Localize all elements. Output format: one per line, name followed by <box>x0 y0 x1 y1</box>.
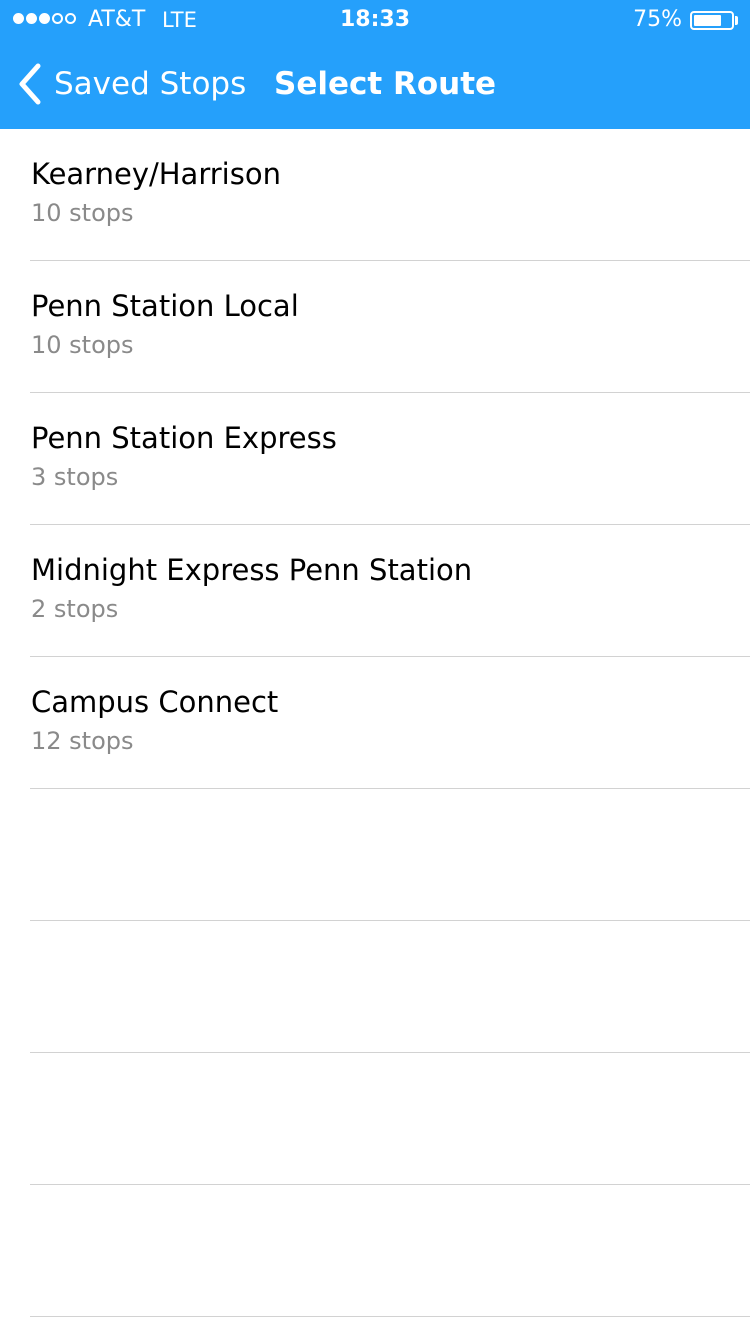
route-name: Campus Connect <box>31 685 279 719</box>
route-list: Kearney/Harrison 10 stops Penn Station Loc… <box>0 129 750 1317</box>
back-button-label: Saved Stops <box>54 66 247 102</box>
route-name: Penn Station Express <box>31 421 337 455</box>
app-screen: AT&T LTE 18:33 75% Saved Stops Select Ro… <box>0 0 750 1334</box>
route-row[interactable]: Penn Station Express 3 stops <box>0 393 750 525</box>
empty-row <box>0 1053 750 1185</box>
empty-row <box>0 921 750 1053</box>
back-button[interactable]: Saved Stops <box>14 60 246 108</box>
route-name: Penn Station Local <box>31 289 299 323</box>
empty-row <box>0 1185 750 1317</box>
route-name: Kearney/Harrison <box>31 157 281 191</box>
route-stop-count: 2 stops <box>31 595 119 623</box>
battery-percentage: 75% <box>633 7 682 32</box>
route-stop-count: 12 stops <box>31 727 134 755</box>
route-row[interactable]: Campus Connect 12 stops <box>0 657 750 789</box>
navigation-header: AT&T LTE 18:33 75% Saved Stops Select Ro… <box>0 0 750 129</box>
row-separator <box>30 1316 750 1317</box>
empty-row <box>0 789 750 921</box>
route-row[interactable]: Kearney/Harrison 10 stops <box>0 129 750 261</box>
battery-level-fill <box>694 15 721 26</box>
battery-icon <box>690 11 734 30</box>
route-row[interactable]: Midnight Express Penn Station 2 stops <box>0 525 750 657</box>
status-bar: AT&T LTE 18:33 75% <box>0 0 750 40</box>
route-stop-count: 10 stops <box>31 331 134 359</box>
route-name: Midnight Express Penn Station <box>31 553 473 587</box>
route-stop-count: 10 stops <box>31 199 134 227</box>
route-row[interactable]: Penn Station Local 10 stops <box>0 261 750 393</box>
battery-tip <box>735 16 738 25</box>
chevron-left-icon <box>19 63 41 105</box>
route-stop-count: 3 stops <box>31 463 119 491</box>
page-title: Select Route <box>274 66 497 102</box>
